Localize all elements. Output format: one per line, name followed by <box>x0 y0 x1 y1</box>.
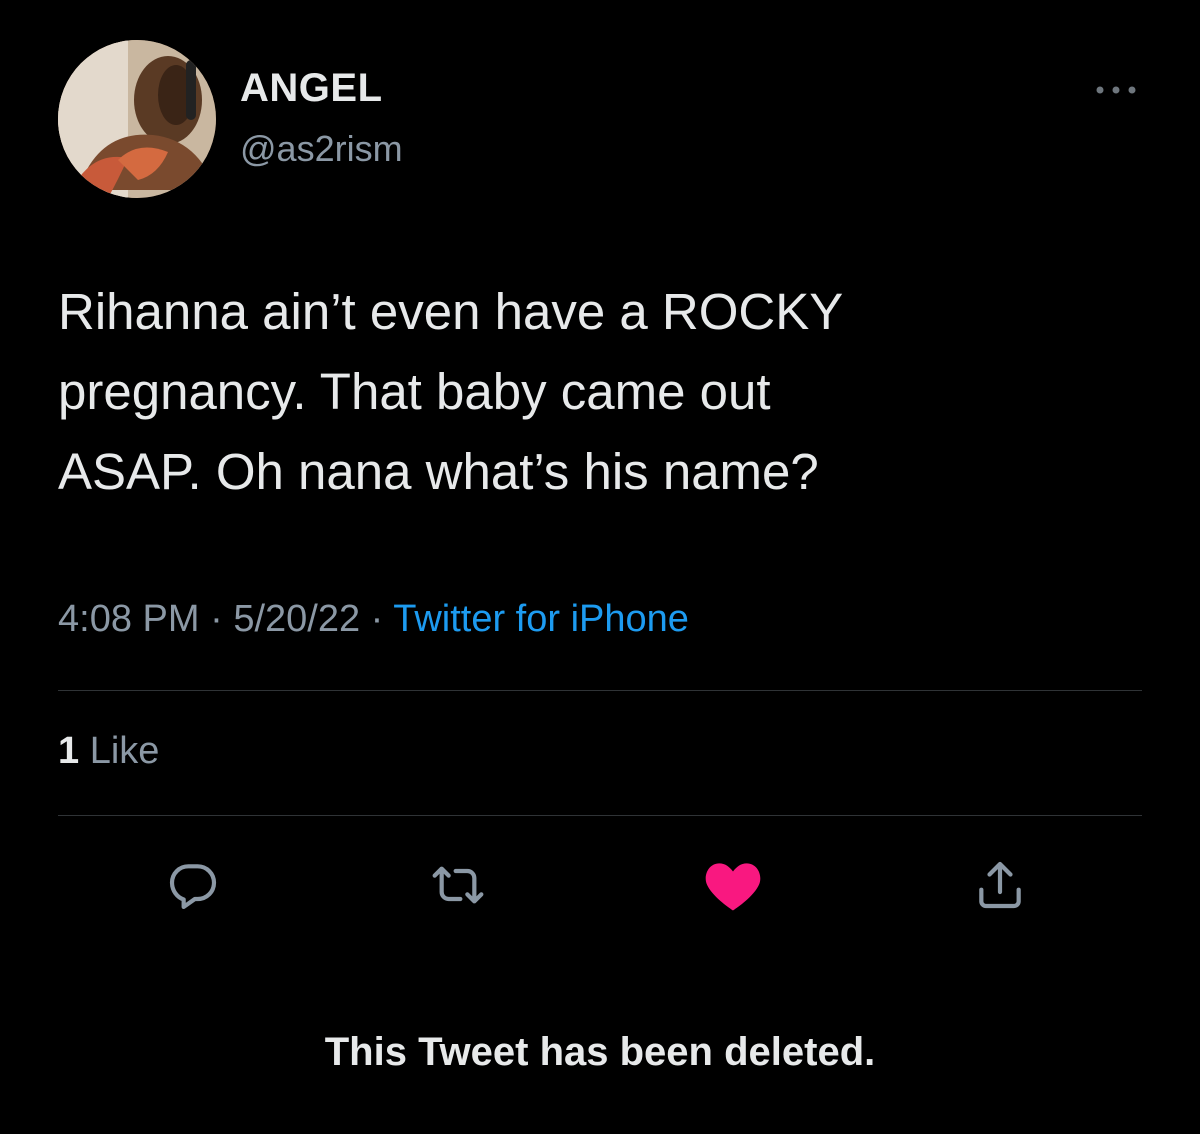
like-button[interactable] <box>698 850 768 920</box>
tweet-metadata: 4:08 PM · 5/20/22 · Twitter for iPhone <box>58 598 689 641</box>
divider <box>58 815 1142 816</box>
share-icon <box>979 861 1021 909</box>
author-avatar[interactable] <box>58 40 216 198</box>
retweet-button[interactable] <box>423 850 493 920</box>
meta-separator: · <box>370 598 384 640</box>
avatar-photo <box>58 40 216 198</box>
heart-icon <box>705 863 761 911</box>
reply-button[interactable] <box>158 850 228 920</box>
tweet-time[interactable]: 4:08 PM <box>58 598 200 640</box>
meta-separator: · <box>210 598 223 640</box>
likes-count: 1 <box>58 730 80 772</box>
retweet-icon <box>432 866 484 904</box>
divider <box>58 690 1142 691</box>
tweet-source-link[interactable]: Twitter for iPhone <box>393 598 689 640</box>
more-options-icon[interactable] <box>1093 80 1139 100</box>
tweet-date[interactable]: 5/20/22 <box>233 598 360 640</box>
tweet-text: Rihanna ain’t even have a ROCKY pregnanc… <box>58 283 844 500</box>
reply-icon <box>169 864 217 910</box>
author-handle[interactable]: @as2rism <box>240 128 403 170</box>
author-display-name[interactable]: ANGEL <box>240 66 383 111</box>
likes-summary[interactable]: 1 Like <box>58 730 159 773</box>
share-button[interactable] <box>965 850 1035 920</box>
deleted-tweet-notice: This Tweet has been deleted. <box>324 1030 876 1074</box>
likes-label: Like <box>89 730 160 772</box>
